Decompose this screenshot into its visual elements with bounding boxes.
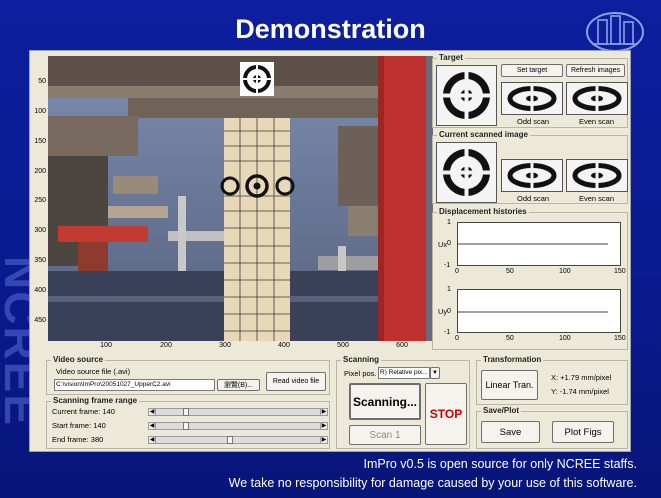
video-axes: 50 100 150 200 250 300 350 400 450 100 2… [30, 51, 440, 351]
current-scanned-image [436, 142, 497, 203]
video-y-tick: 250 [34, 197, 46, 204]
scan-1-button[interactable]: Scan 1 [349, 425, 421, 445]
video-x-tick: 400 [278, 342, 290, 349]
read-video-file-button[interactable]: Read video file [266, 372, 326, 391]
pixel-pos-select[interactable]: R) Relative pix... [378, 367, 430, 379]
save-button[interactable]: Save [481, 421, 540, 443]
video-y-tick: 300 [34, 227, 46, 234]
end-frame-slider-thumb[interactable] [227, 436, 233, 444]
video-y-tick: 450 [34, 317, 46, 324]
uy-y-tick: 1 [447, 286, 451, 293]
current-even-scan-image [566, 159, 628, 192]
uy-axis-label: Uy [438, 307, 448, 316]
uy-plot [457, 289, 621, 333]
uy-y-tick: 0 [447, 308, 451, 315]
chevron-down-icon[interactable]: ▼ [430, 367, 440, 379]
current-frame-slider-thumb[interactable] [183, 408, 189, 416]
video-y-tick: 100 [34, 108, 46, 115]
refresh-images-button[interactable]: Refresh images [566, 64, 625, 77]
current-scanned-panel: Current scanned image Odd scan Even scan [432, 130, 628, 204]
displacement-panel: Displacement histories Ux 1 0 -1 0 50 10… [432, 207, 628, 350]
target-panel: Target Set target Refresh images Odd sca… [432, 53, 628, 128]
slider-left-arrow-icon[interactable]: ◀ [148, 436, 156, 444]
footer-line-2: We take no responsibility for damage cau… [228, 476, 637, 490]
video-y-tick: 350 [34, 257, 46, 264]
plot-figs-button[interactable]: Plot Figs [552, 421, 614, 443]
start-frame-slider-thumb[interactable] [183, 422, 189, 430]
current-even-scan-label: Even scan [579, 194, 615, 203]
video-source-file-field[interactable]: C:\vision\ImPro\20051027_UpperC2.avi [54, 379, 215, 391]
video-y-tick: 50 [38, 78, 46, 85]
slider-left-arrow-icon[interactable]: ◀ [148, 422, 156, 430]
ux-x-tick: 0 [455, 268, 459, 275]
uy-x-tick: 50 [506, 335, 514, 342]
current-odd-scan-label: Odd scan [517, 194, 550, 203]
target-even-scan-label: Even scan [579, 117, 615, 126]
end-frame-label: End frame: 380 [52, 435, 104, 444]
scanning-button[interactable]: Scanning... [349, 383, 421, 420]
impro-app-window: 50 100 150 200 250 300 350 400 450 100 2… [29, 50, 631, 452]
slider-left-arrow-icon[interactable]: ◀ [148, 408, 156, 416]
slide-title: Demonstration [235, 14, 426, 44]
pixel-pos-label: Pixel pos. [344, 369, 377, 378]
ncree-logo-icon [584, 10, 646, 54]
current-scanned-panel-title: Current scanned image [437, 130, 530, 139]
video-y-tick: 400 [34, 287, 46, 294]
video-source-panel: Video source Video source file (.avi) C:… [46, 355, 330, 395]
ux-y-tick: 1 [447, 219, 451, 226]
stop-button[interactable]: STOP [425, 383, 467, 445]
ux-x-tick: 100 [559, 268, 571, 275]
target-even-scan-image [566, 82, 628, 115]
end-frame-slider[interactable]: ◀ ▶ [148, 436, 328, 444]
save-plot-panel: Save/Plot Save Plot Figs [476, 406, 628, 449]
video-x-tick: 200 [160, 342, 172, 349]
target-panel-title: Target [437, 53, 465, 62]
browse-button[interactable]: 瀏覽(B)... [217, 379, 260, 391]
video-x-tick: 300 [219, 342, 231, 349]
ux-y-tick: -1 [444, 262, 451, 269]
slider-right-arrow-icon[interactable]: ▶ [320, 436, 328, 444]
scanning-panel-title: Scanning [341, 355, 382, 364]
video-x-tick: 100 [100, 342, 112, 349]
y-scale-readout: Y: -1.74 mm/pixel [551, 387, 609, 396]
video-x-tick: 600 [396, 342, 408, 349]
scanning-frame-range-panel: Scanning frame range Current frame: 140 … [46, 396, 330, 449]
video-frame-image[interactable] [48, 56, 433, 341]
uy-y-tick: -1 [444, 329, 451, 336]
ux-y-tick: 0 [447, 240, 451, 247]
scanning-panel: Scanning Pixel pos. R) Relative pix... ▼… [336, 355, 470, 449]
start-frame-label: Start frame: 140 [52, 421, 106, 430]
scanning-frame-range-title: Scanning frame range [51, 396, 140, 405]
uy-x-tick: 0 [455, 335, 459, 342]
footer-line-1: ImPro v0.5 is open source for only NCREE… [363, 457, 638, 471]
uy-x-tick: 150 [614, 335, 626, 342]
save-plot-panel-title: Save/Plot [481, 406, 522, 415]
slider-right-arrow-icon[interactable]: ▶ [320, 422, 328, 430]
transformation-panel-title: Transformation [481, 355, 544, 364]
target-image [436, 65, 497, 126]
target-odd-scan-label: Odd scan [517, 117, 550, 126]
uy-x-tick: 100 [559, 335, 571, 342]
ux-x-tick: 50 [506, 268, 514, 275]
video-x-tick: 500 [337, 342, 349, 349]
target-odd-scan-image [501, 82, 563, 115]
ux-x-tick: 150 [614, 268, 626, 275]
x-scale-readout: X: +1.79 mm/pixel [551, 373, 612, 382]
start-frame-slider[interactable]: ◀ ▶ [148, 422, 328, 430]
video-y-tick: 150 [34, 138, 46, 145]
displacement-panel-title: Displacement histories [437, 207, 529, 216]
presentation-slide: { "slide": { "title": "Demonstration", "… [0, 0, 661, 498]
current-frame-label: Current frame: 140 [52, 407, 115, 416]
set-target-button[interactable]: Set target [501, 64, 563, 77]
video-y-tick: 200 [34, 168, 46, 175]
video-source-file-label: Video source file (.avi) [56, 367, 131, 376]
current-odd-scan-image [501, 159, 563, 192]
video-source-panel-title: Video source [51, 355, 106, 364]
transformation-panel: Transformation Linear Tran. X: +1.79 mm/… [476, 355, 628, 405]
slider-right-arrow-icon[interactable]: ▶ [320, 408, 328, 416]
ux-axis-label: Ux [438, 240, 448, 249]
current-frame-slider[interactable]: ◀ ▶ [148, 408, 328, 416]
linear-tran-button[interactable]: Linear Tran. [481, 370, 538, 400]
ux-plot [457, 222, 621, 266]
